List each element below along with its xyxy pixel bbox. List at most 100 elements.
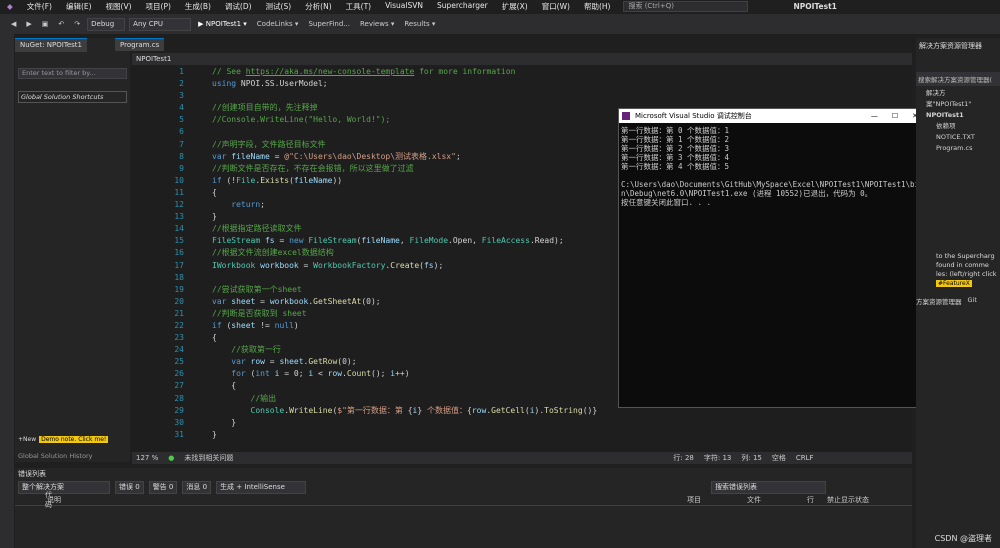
code-line[interactable]: //尝试获取第一个sheet [212,284,597,296]
tab-git[interactable]: Git [968,296,977,306]
new-button[interactable]: +New [18,436,36,443]
menu-item-8[interactable]: 工具(T) [339,1,378,12]
results-button[interactable]: Results ▾ [401,20,438,28]
tab-nuget[interactable]: NuGet: NPOITest1 [15,38,88,52]
line-number: 21 [174,308,184,318]
code-text[interactable]: // See https://aka.ms/new-console-templa… [212,66,597,441]
reviews-button[interactable]: Reviews ▾ [357,20,397,28]
menu-item-11[interactable]: 扩展(X) [495,1,535,12]
errors-filter[interactable]: 错误 0 [115,480,144,494]
code-line[interactable]: Console.WriteLine($"第一行数据：第 {i} 个数据值：{ro… [212,405,598,417]
menu-item-4[interactable]: 生成(B) [178,1,218,12]
code-line[interactable]: { [212,332,597,344]
tree-project[interactable]: NPOITest1 [926,110,990,121]
menu-item-13[interactable]: 帮助(H) [577,1,618,12]
code-line[interactable]: //判断是否获取到 sheet [212,308,597,320]
code-line[interactable]: // See https://aka.ms/new-console-templa… [212,66,597,78]
code-line[interactable]: FileStream fs = new FileStream(fileName,… [212,235,597,247]
code-line[interactable]: //判断文件是否存在，不存在会报错，所以这里做了过滤 [212,163,597,175]
tab-indicator[interactable]: 空格 [772,453,786,463]
zoom-level[interactable]: 127 % [136,454,158,462]
back-icon[interactable]: ◀ [8,20,19,28]
nav-bar[interactable]: NPOITest1 [132,53,912,65]
debug-console-window[interactable]: Microsoft Visual Studio 调试控制台 —☐✕ 第一行数据：… [618,108,941,408]
code-line[interactable]: for (int i = 0; i < row.Count(); i++) [212,368,597,380]
code-line[interactable]: } [212,211,597,223]
code-line[interactable]: //创建项目自带的，先注释掉 [212,102,597,114]
code-line[interactable]: { [212,380,597,392]
error-column-header[interactable]: 禁止显示状态 [825,495,905,505]
platform-select[interactable]: Any CPU [129,17,192,31]
undo-icon[interactable]: ↶ [55,20,67,28]
code-line[interactable]: using NPOI.SS.UserModel; [212,78,597,90]
tab-program-cs[interactable]: Program.cs [115,38,165,51]
line-number: 29 [174,405,184,415]
code-line[interactable]: //声明字段，文件路径目标文件 [212,139,597,151]
error-search[interactable]: 搜索错误列表 [711,480,827,494]
menu-item-10[interactable]: Supercharger [430,1,495,12]
menu-item-9[interactable]: VisualSVN [378,1,430,12]
code-line[interactable]: } [212,417,597,429]
line-number: 23 [174,333,184,343]
code-line[interactable]: var fileName = @"C:\Users\dao\Desktop\测试… [212,151,597,163]
warnings-filter[interactable]: 警告 0 [148,480,178,494]
code-line[interactable]: //获取第一行 [212,344,597,356]
menu-item-1[interactable]: 编辑(E) [59,1,99,12]
solution-search[interactable]: 搜索解决方案资源管理器( [916,72,1000,86]
redo-icon[interactable]: ↷ [71,20,83,28]
code-line[interactable]: if (!File.Exists(fileName)) [212,175,597,187]
line-number: 22 [174,320,184,330]
run-button[interactable]: ▶ NPOITest1 ▾ [195,20,250,28]
line-numbers: 1 2 3 4 5 6 7 8 9 10 11 12 13 14 15 16 17 18 19 20 21 22 23 24 2… [132,66,184,441]
global-shortcuts-item[interactable]: Global Solution Shortcuts [18,91,127,103]
line-number: 31 [174,429,184,439]
code-line[interactable]: { [212,187,597,199]
filter-input[interactable]: Enter text to filter by... [18,68,127,79]
code-line[interactable]: var sheet = workbook.GetSheetAt(0); [212,296,597,308]
error-column-header[interactable]: 文件 [745,495,805,505]
vs-logo-icon[interactable]: ◆ [0,2,20,11]
menu-item-0[interactable]: 文件(F) [20,1,59,12]
code-line[interactable]: } [212,429,597,441]
code-line[interactable] [212,126,597,138]
tab-solution-explorer[interactable]: 方案资源管理器 [916,296,962,306]
config-select[interactable]: Debug [87,17,126,31]
code-line[interactable]: return; [212,199,597,211]
demo-note[interactable]: Demo note. Click me! [39,436,109,443]
code-line[interactable]: //输出 [212,393,597,405]
menu-item-3[interactable]: 项目(P) [139,1,178,12]
code-line[interactable] [212,272,597,284]
code-line[interactable]: var row = sheet.GetRow(0); [212,356,597,368]
codelinks-button[interactable]: CodeLinks ▾ [254,20,302,28]
error-column-header[interactable]: 行 [805,495,825,505]
tree-deps[interactable]: 依赖项 [926,121,990,132]
code-line[interactable]: if (sheet != null) [212,320,597,332]
issues-status[interactable]: 未找到相关问题 [184,453,233,463]
forward-icon[interactable]: ▶ [23,20,34,28]
menu-item-2[interactable]: 视图(V) [99,1,139,12]
menu-item-12[interactable]: 窗口(W) [535,1,577,12]
search-input[interactable]: 搜索 (Ctrl+Q) [623,1,749,12]
shortcuts-panel: NuGet: NPOITest1 Enter text to filter by… [15,38,130,462]
error-column-header[interactable]: 项目 [685,495,745,505]
menu-item-7[interactable]: 分析(N) [298,1,338,12]
error-column-header[interactable]: 代码 [15,490,52,510]
error-column-header[interactable]: 说明 [45,495,685,505]
feature-tag[interactable]: #FeatureX [936,280,972,287]
tree-solution[interactable]: 解决方案"NPOITest1" [926,88,990,110]
tree-notice[interactable]: NOTICE.TXT [926,132,990,143]
messages-filter[interactable]: 消息 0 [182,480,212,494]
eol-indicator[interactable]: CRLF [796,454,814,462]
superfind-button[interactable]: SuperFind... [305,20,353,28]
line-number: 20 [174,296,184,306]
tree-program[interactable]: Program.cs [926,143,990,154]
code-line[interactable]: //Console.WriteLine("Hello, World!"); [212,114,597,126]
menu-item-5[interactable]: 调试(D) [218,1,259,12]
code-line[interactable]: //根据指定路径读取文件 [212,223,597,235]
code-line[interactable]: //根据文件流创建excel数据结构 [212,247,597,259]
save-icon[interactable]: ▣ [39,20,52,28]
build-select[interactable]: 生成 + IntelliSense [216,480,307,494]
menu-item-6[interactable]: 测试(S) [259,1,299,12]
code-line[interactable] [212,90,597,102]
code-line[interactable]: IWorkbook workbook = WorkbookFactory.Cre… [212,260,597,272]
